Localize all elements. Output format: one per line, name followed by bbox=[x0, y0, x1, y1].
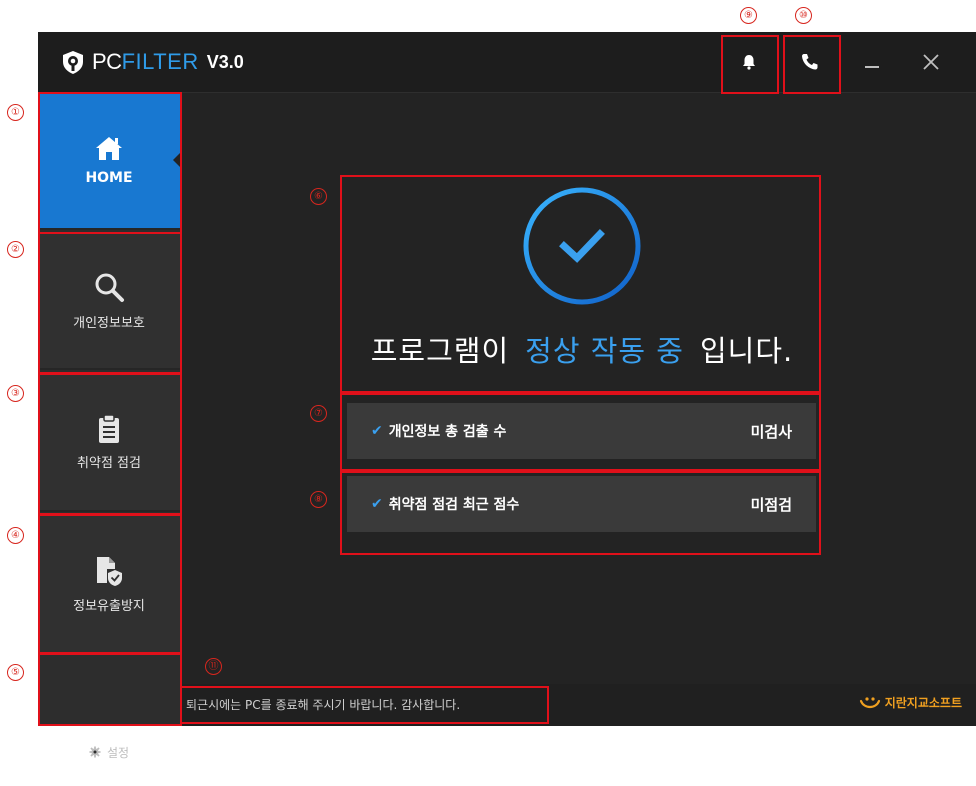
smile-icon bbox=[859, 696, 880, 708]
call-button[interactable] bbox=[785, 40, 835, 84]
minimize-button[interactable] bbox=[847, 40, 897, 84]
privacy-detection-row[interactable]: ✔ 개인정보 총 검출 수 미검사 bbox=[347, 403, 816, 459]
file-shield-icon bbox=[97, 556, 122, 586]
brand-name: 지란지교소프트 bbox=[884, 696, 962, 710]
status-panel: 프로그램이 정상 작동 중 입니다. bbox=[344, 178, 820, 390]
sidebar: HOME 개인정보보호 취약점 점검 정보유출방지 설정 bbox=[38, 92, 181, 760]
status-check-icon bbox=[523, 187, 641, 305]
notification-button[interactable] bbox=[724, 40, 774, 84]
sidebar-item-privacy[interactable]: 개인정보보호 bbox=[38, 232, 180, 370]
gear-icon bbox=[89, 746, 101, 758]
privacy-detection-text: 개인정보 총 검출 수 bbox=[388, 424, 507, 440]
sidebar-item-label: 개인정보보호 bbox=[73, 315, 145, 331]
annotation-marker-9: ⑨ bbox=[740, 7, 757, 24]
annotation-marker-8: ⑧ bbox=[310, 491, 327, 508]
annotation-marker-6: ⑥ bbox=[310, 188, 327, 205]
privacy-detection-value: 미검사 bbox=[750, 422, 792, 441]
logo-text-pc: PC bbox=[92, 49, 122, 74]
sidebar-item-label: 정보유출방지 bbox=[73, 598, 145, 614]
status-highlight: 정상 작동 중 bbox=[525, 334, 684, 368]
app-logo: PC FILTER V3.0 bbox=[60, 49, 244, 75]
logo-shield-icon bbox=[63, 51, 83, 74]
logo-text-filter: FILTER bbox=[121, 49, 199, 74]
annotation-marker-2: ② bbox=[7, 241, 24, 258]
minimize-icon bbox=[865, 66, 879, 68]
vulnerability-score-row[interactable]: ✔ 취약점 점검 최근 점수 미점검 bbox=[347, 476, 816, 532]
settings-button[interactable]: 설정 bbox=[38, 718, 180, 786]
title-bar: PC FILTER V3.0 bbox=[38, 32, 976, 93]
phone-icon bbox=[802, 54, 818, 70]
footer-message: 퇴근시에는 PC를 종료해 주시기 바랍니다. 감사합니다. bbox=[186, 698, 461, 712]
annotation-marker-5: ⑤ bbox=[7, 664, 24, 681]
status-suffix: 입니다. bbox=[699, 334, 794, 368]
annotation-marker-7: ⑦ bbox=[310, 405, 327, 422]
close-button[interactable] bbox=[906, 40, 956, 84]
app-version: V3.0 bbox=[206, 51, 244, 72]
annotation-marker-10: ⑩ bbox=[795, 7, 812, 24]
annotation-marker-3: ③ bbox=[7, 385, 24, 402]
app-window: PC FILTER V3.0 HOME 개인정보보호 취약점 점검 정보유출방지… bbox=[38, 32, 976, 760]
sidebar-item-vulnerability[interactable]: 취약점 점검 bbox=[38, 374, 180, 512]
check-icon: ✔ bbox=[371, 423, 383, 439]
annotation-marker-11: ⑪ bbox=[205, 658, 222, 675]
brand-logo: 지란지교소프트 bbox=[859, 694, 962, 711]
sidebar-item-leak-prevention[interactable]: 정보유출방지 bbox=[38, 516, 180, 654]
status-message: 프로그램이 정상 작동 중 입니다. bbox=[344, 328, 820, 370]
check-icon: ✔ bbox=[371, 496, 383, 512]
sidebar-item-label: 취약점 점검 bbox=[77, 455, 141, 471]
main-content: 프로그램이 정상 작동 중 입니다. ✔ 개인정보 총 검출 수 미검사 ✔ 취약점… bbox=[180, 92, 976, 666]
sidebar-item-home[interactable]: HOME bbox=[38, 92, 181, 230]
home-icon bbox=[96, 137, 122, 160]
bell-icon bbox=[743, 55, 755, 70]
status-prefix: 프로그램이 bbox=[370, 334, 510, 368]
sidebar-item-label: HOME bbox=[85, 170, 133, 186]
clipboard-icon bbox=[99, 413, 119, 443]
settings-label: 설정 bbox=[106, 745, 130, 760]
close-icon bbox=[923, 54, 939, 70]
footer-bar: 퇴근시에는 PC를 종료해 주시기 바랍니다. 감사합니다. 지란지교소프트 bbox=[180, 684, 976, 726]
annotation-marker-4: ④ bbox=[7, 527, 24, 544]
vulnerability-score-value: 미점검 bbox=[750, 495, 792, 514]
privacy-detection-label: ✔ 개인정보 총 검출 수 bbox=[371, 421, 506, 441]
search-icon bbox=[95, 273, 124, 302]
vulnerability-score-text: 취약점 점검 최근 점수 bbox=[388, 497, 520, 513]
vulnerability-score-label: ✔ 취약점 점검 최근 점수 bbox=[371, 494, 519, 514]
annotation-marker-1: ① bbox=[7, 104, 24, 121]
